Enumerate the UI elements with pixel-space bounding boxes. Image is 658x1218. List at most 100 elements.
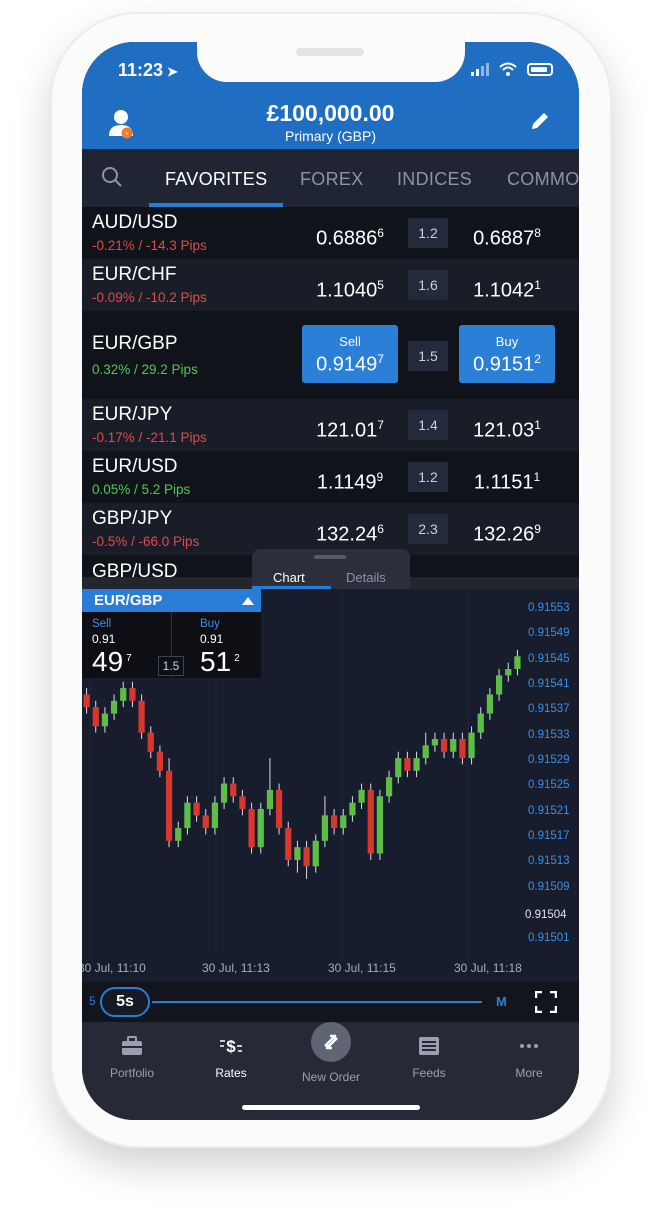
buy-button[interactable]: Buy 0.91512 — [459, 325, 555, 383]
candle-down[interactable] — [92, 707, 99, 727]
candle-down[interactable] — [404, 758, 411, 771]
x-tick: 30 Jul, 11:15 — [328, 961, 396, 975]
candle-up[interactable] — [184, 802, 191, 829]
candle-down[interactable] — [156, 751, 164, 771]
timeframe-max-label[interactable]: M — [496, 994, 507, 1009]
candle-down[interactable] — [330, 815, 338, 829]
rate-row-eur-usd[interactable]: EUR/USD 0.05% / 5.2 Pips 1.11499 1.2 1.1… — [82, 451, 579, 503]
candle-down[interactable] — [285, 828, 292, 860]
candle-down[interactable] — [83, 694, 90, 708]
candle-up[interactable] — [413, 758, 420, 771]
candle-up[interactable] — [340, 815, 347, 829]
fullscreen-icon[interactable] — [535, 991, 557, 1013]
candle-down[interactable] — [440, 739, 448, 752]
candle-up[interactable] — [376, 796, 384, 854]
candle-down[interactable] — [248, 809, 255, 848]
candle-up[interactable] — [220, 783, 228, 803]
candle-up[interactable] — [495, 675, 503, 695]
candle-up[interactable] — [266, 789, 274, 809]
drag-handle[interactable] — [314, 555, 346, 559]
price-chart[interactable]: EUR/GBP Sell 0.91 49 7 1.5 Buy 0.91 51 2 0… — [82, 589, 579, 982]
candle-up[interactable] — [505, 669, 512, 676]
candle-up[interactable] — [257, 809, 264, 848]
sell-label: Sell — [339, 334, 361, 349]
candle-up[interactable] — [385, 777, 393, 797]
location-arrow-icon: ➤ — [167, 64, 178, 79]
candle-up[interactable] — [321, 815, 329, 841]
candle-down[interactable] — [193, 802, 200, 816]
candle-up[interactable] — [175, 828, 182, 841]
sell-price[interactable]: 132.246 — [302, 522, 398, 547]
chart-sell-label: Sell — [92, 618, 112, 630]
pencil-icon[interactable] — [529, 110, 551, 132]
pair-change: 0.05% / 5.2 Pips — [92, 482, 191, 497]
buy-price: 0.91512 — [473, 352, 541, 376]
candle-up[interactable] — [312, 840, 319, 867]
sell-price[interactable]: 121.017 — [302, 418, 398, 443]
candle-up[interactable] — [422, 745, 429, 759]
triangle-up-icon[interactable] — [241, 596, 255, 606]
timeframe-selected[interactable]: 5s — [100, 987, 150, 1017]
candle-down[interactable] — [239, 796, 246, 809]
tab-forex[interactable]: FOREX — [300, 169, 364, 190]
rate-row-aud-usd[interactable]: AUD/USD -0.21% / -14.3 Pips 0.68866 1.2 … — [82, 207, 579, 259]
candle-down[interactable] — [303, 847, 310, 867]
candle-up[interactable] — [468, 732, 475, 759]
candle-down[interactable] — [275, 789, 283, 829]
rate-row-eur-jpy[interactable]: EUR/JPY -0.17% / -21.1 Pips 121.017 1.4 … — [82, 399, 579, 451]
buy-price[interactable]: 1.11511 — [459, 470, 555, 495]
buy-price[interactable]: 132.269 — [459, 522, 555, 547]
tab-indices[interactable]: INDICES — [397, 169, 472, 190]
candle-up[interactable] — [395, 758, 402, 778]
candle-down[interactable] — [367, 789, 374, 854]
tab-chart[interactable]: Chart — [273, 570, 305, 585]
chart-sell-price[interactable]: 49 7 — [92, 646, 132, 678]
chart-spread: 1.5 — [158, 656, 184, 676]
candle-up[interactable] — [486, 694, 494, 714]
home-indicator[interactable] — [242, 1105, 420, 1110]
pair-name: EUR/GBP — [92, 333, 178, 354]
candle-down[interactable] — [230, 783, 237, 797]
rate-row-eur-gbp[interactable]: EUR/GBP 0.32% / 29.2 Pips Sell 0.91497 1… — [82, 311, 579, 399]
buy-price[interactable]: 0.68878 — [459, 226, 555, 251]
candle-down[interactable] — [202, 815, 209, 829]
search-icon[interactable] — [100, 165, 124, 189]
rate-row-gbp-jpy[interactable]: GBP/JPY -0.5% / -66.0 Pips 132.246 2.3 1… — [82, 503, 579, 555]
account-name[interactable]: Primary (GBP) — [82, 128, 579, 144]
y-tick: 0.91549 — [528, 627, 570, 639]
chart-buy-price[interactable]: 51 2 — [200, 646, 240, 678]
candle-down[interactable] — [138, 700, 145, 733]
sell-price[interactable]: 1.11499 — [302, 470, 398, 495]
candle-up[interactable] — [110, 700, 118, 714]
candle-up[interactable] — [450, 739, 457, 752]
candle-down[interactable] — [129, 688, 136, 701]
rate-row-eur-chf[interactable]: EUR/CHF -0.09% / -10.2 Pips 1.10405 1.6 … — [82, 259, 579, 311]
tab-favorites[interactable]: FAVORITES — [165, 169, 267, 190]
candle-up[interactable] — [211, 802, 219, 829]
candle-up[interactable] — [349, 802, 356, 816]
tab-details[interactable]: Details — [346, 570, 386, 585]
candle-up[interactable] — [120, 688, 127, 701]
sell-price[interactable]: 1.10405 — [302, 278, 398, 303]
timeframe-track[interactable] — [152, 1001, 482, 1003]
chart-buy-label: Buy — [200, 618, 220, 630]
chart-pair-header[interactable]: EUR/GBP — [82, 589, 261, 612]
candle-up[interactable] — [477, 713, 484, 733]
sell-button[interactable]: Sell 0.91497 — [302, 325, 398, 383]
status-time-text: 11:23 — [118, 60, 164, 80]
buy-price[interactable]: 1.10421 — [459, 278, 555, 303]
sell-price[interactable]: 0.68866 — [302, 226, 398, 251]
spread-value: 1.4 — [408, 410, 448, 440]
candle-up[interactable] — [431, 739, 439, 746]
candle-up[interactable] — [514, 656, 521, 669]
candle-down[interactable] — [165, 770, 173, 841]
candle-up[interactable] — [358, 789, 365, 803]
candle-down[interactable] — [459, 739, 466, 759]
candle-down[interactable] — [147, 732, 154, 752]
buy-price[interactable]: 121.031 — [459, 418, 555, 443]
candle-up[interactable] — [294, 847, 301, 860]
candle-up[interactable] — [101, 713, 109, 727]
wifi-icon — [499, 62, 517, 76]
tab-commodities[interactable]: COMMODITIES — [507, 169, 579, 190]
timeframe-slider[interactable]: 5 5s M — [82, 982, 579, 1022]
